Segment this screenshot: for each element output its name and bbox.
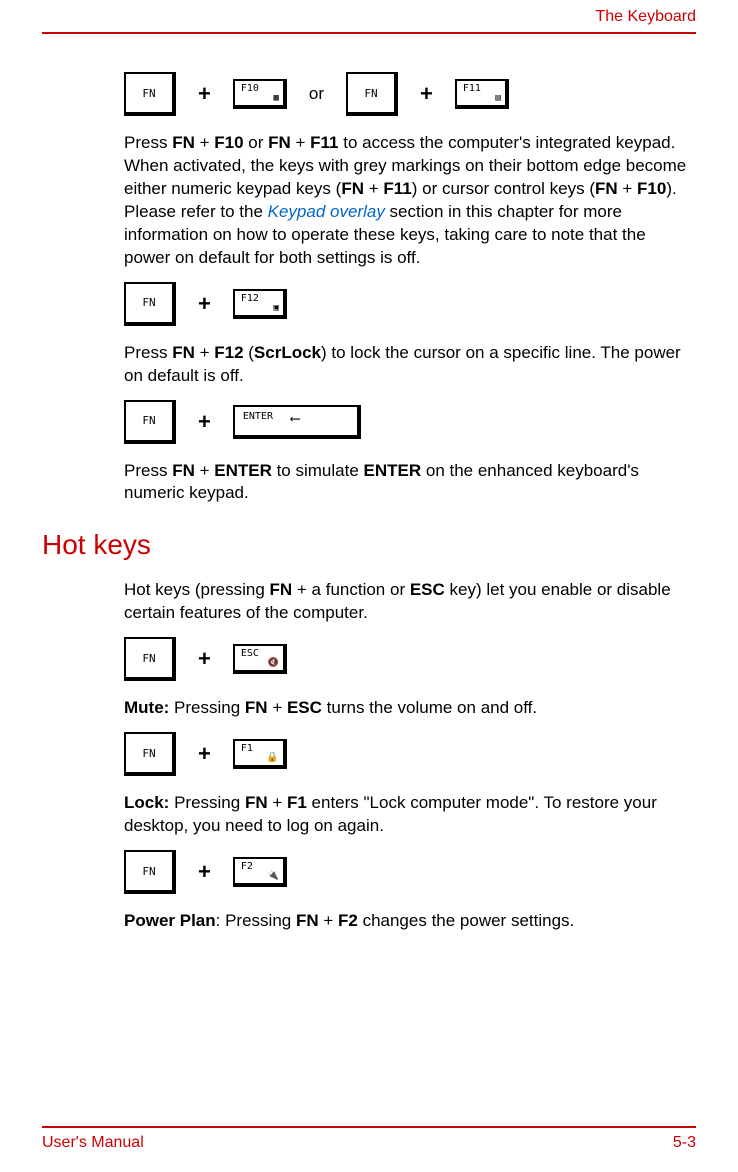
paragraph-mute: Mute: Pressing FN + ESC turns the volume… — [124, 697, 696, 720]
key-row-fn-enter: FN + ENTER⟵ — [124, 400, 696, 444]
fn-key-icon: FN — [346, 72, 398, 116]
page: The Keyboard FN + F10▦ or FN + F11▤ Pres… — [0, 0, 738, 1172]
f1-key-icon: F1🔒 — [233, 739, 287, 769]
enter-key-icon: ENTER⟵ — [233, 405, 361, 439]
key-row-fn-f12: FN + F12▣ — [124, 282, 696, 326]
power-icon: 🔌 — [268, 871, 279, 881]
header-rule — [42, 32, 696, 34]
cursor-icon: ▤ — [495, 93, 500, 103]
footer-rule — [42, 1126, 696, 1128]
scrlock-icon: ▣ — [273, 303, 278, 313]
mute-icon: 🔇 — [268, 658, 279, 668]
fn-key-icon: FN — [124, 282, 176, 326]
fn-key-icon: FN — [124, 850, 176, 894]
hot-keys-heading: Hot keys — [42, 529, 696, 561]
fn-key-icon: FN — [124, 637, 176, 681]
paragraph-lock: Lock: Pressing FN + F1 enters "Lock comp… — [124, 792, 696, 838]
paragraph-fn-enter: Press FN + ENTER to simulate ENTER on th… — [124, 460, 696, 506]
footer-page-number: 5-3 — [673, 1134, 696, 1152]
plus-icon: + — [198, 646, 211, 672]
key-row-fn-f2: FN + F2🔌 — [124, 850, 696, 894]
numpad-icon: ▦ — [273, 93, 278, 103]
lock-icon: 🔒 — [266, 752, 278, 763]
f2-key-icon: F2🔌 — [233, 857, 287, 887]
plus-icon: + — [420, 81, 433, 107]
esc-key-icon: ESC🔇 — [233, 644, 287, 674]
key-row-fn-f10-f11: FN + F10▦ or FN + F11▤ — [124, 72, 696, 116]
fn-key-icon: FN — [124, 72, 176, 116]
plus-icon: + — [198, 859, 211, 885]
paragraph-fn-f12: Press FN + F12 (ScrLock) to lock the cur… — [124, 342, 696, 388]
plus-icon: + — [198, 409, 211, 435]
paragraph-fn-f10-f11: Press FN + F10 or FN + F11 to access the… — [124, 132, 696, 270]
footer: User's Manual 5-3 — [42, 1126, 696, 1152]
fn-key-icon: FN — [124, 400, 176, 444]
f12-key-icon: F12▣ — [233, 289, 287, 319]
key-row-fn-f1: FN + F1🔒 — [124, 732, 696, 776]
or-label: or — [309, 84, 324, 104]
fn-key-icon: FN — [124, 732, 176, 776]
content-area: FN + F10▦ or FN + F11▤ Press FN + F10 or… — [42, 60, 696, 941]
plus-icon: + — [198, 291, 211, 317]
header-title: The Keyboard — [595, 8, 696, 26]
key-row-fn-esc: FN + ESC🔇 — [124, 637, 696, 681]
paragraph-hotkeys-intro: Hot keys (pressing FN + a function or ES… — [124, 579, 696, 625]
keypad-overlay-link[interactable]: Keypad overlay — [268, 202, 385, 221]
enter-arrow-icon: ⟵ — [291, 411, 299, 427]
plus-icon: + — [198, 741, 211, 767]
f10-key-icon: F10▦ — [233, 79, 287, 109]
footer-manual-label: User's Manual — [42, 1134, 144, 1152]
plus-icon: + — [198, 81, 211, 107]
f11-key-icon: F11▤ — [455, 79, 509, 109]
paragraph-power-plan: Power Plan: Pressing FN + F2 changes the… — [124, 910, 696, 933]
